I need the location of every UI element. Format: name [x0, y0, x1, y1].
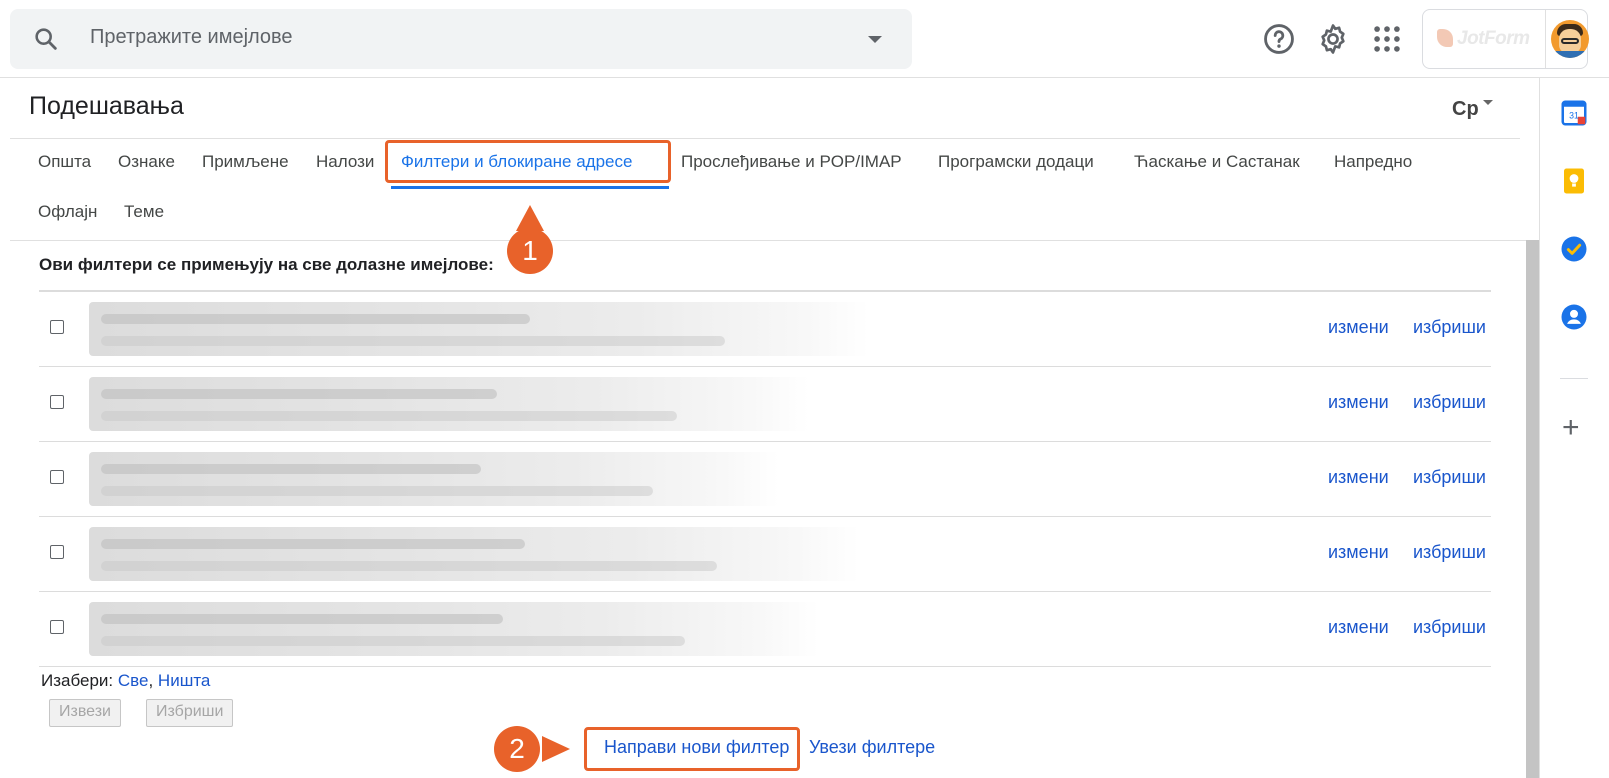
- tab-inbox[interactable]: Примљене: [202, 152, 289, 172]
- tasks-icon[interactable]: [1559, 234, 1589, 264]
- search-icon[interactable]: [32, 25, 60, 53]
- keep-icon[interactable]: [1559, 166, 1589, 196]
- input-tools-language[interactable]: Ср: [1452, 98, 1493, 121]
- edit-filter-link[interactable]: измени: [1328, 617, 1389, 638]
- avatar-shirt: [1555, 51, 1585, 58]
- gear-icon[interactable]: [1316, 22, 1350, 56]
- divider: [10, 240, 1526, 241]
- side-panel: 31 +: [1539, 78, 1609, 778]
- tab-themes[interactable]: Теме: [124, 202, 164, 222]
- tab-addons[interactable]: Програмски додаци: [938, 152, 1094, 172]
- search-options-chevron-down-icon[interactable]: [868, 36, 882, 43]
- account-switcher[interactable]: JotForm: [1422, 9, 1589, 69]
- filter-row: измени избриши: [39, 592, 1491, 667]
- edit-filter-link[interactable]: измени: [1328, 392, 1389, 413]
- filter-row: измени избриши: [39, 367, 1491, 442]
- select-controls: Изабери: Све, Ништа: [41, 671, 211, 690]
- tab-advanced[interactable]: Напредно: [1334, 152, 1412, 172]
- select-all-link[interactable]: Све: [118, 671, 149, 690]
- tab-offline[interactable]: Офлајн: [38, 202, 97, 222]
- redacted-filter-criteria: [89, 377, 809, 431]
- avatar-glasses: [1561, 38, 1579, 44]
- delete-filter-link[interactable]: избриши: [1413, 542, 1486, 563]
- active-tab-indicator: [391, 186, 669, 189]
- delete-filter-link[interactable]: избриши: [1413, 317, 1486, 338]
- help-icon[interactable]: [1262, 22, 1296, 56]
- jotform-logo-icon: [1437, 29, 1453, 47]
- account-brand-logo: JotForm: [1437, 28, 1530, 50]
- filter-checkbox[interactable]: [50, 545, 64, 559]
- calendar-icon[interactable]: 31: [1559, 98, 1589, 128]
- contacts-icon[interactable]: [1559, 302, 1589, 332]
- edit-filter-link[interactable]: измени: [1328, 317, 1389, 338]
- delete-selected-button[interactable]: Избриши: [146, 699, 234, 727]
- tab-general[interactable]: Општа: [38, 152, 91, 172]
- avatar[interactable]: [1551, 20, 1589, 58]
- apps-grid-icon[interactable]: [1370, 22, 1404, 56]
- tab-chat-meet[interactable]: Ћаскање и Састанак: [1134, 152, 1300, 172]
- redacted-filter-criteria: [89, 602, 819, 656]
- callout-pointer: [542, 736, 570, 762]
- select-label: Изабери:: [41, 671, 114, 690]
- add-addon-plus-icon[interactable]: +: [1562, 413, 1580, 443]
- search-bar[interactable]: Претражите имејлове: [10, 9, 912, 69]
- svg-text:31: 31: [1569, 111, 1579, 121]
- import-filters-link[interactable]: Увези филтере: [809, 737, 935, 758]
- language-chevron-down-icon: [1482, 100, 1493, 105]
- filter-row: измени избриши: [39, 442, 1491, 517]
- edit-filter-link[interactable]: измени: [1328, 542, 1389, 563]
- top-bar: Претражите имејлове JotForm: [0, 0, 1609, 78]
- step-badge-1: 1: [507, 228, 553, 274]
- page-title: Подешавања: [29, 92, 184, 120]
- filter-checkbox[interactable]: [50, 620, 64, 634]
- tab-accounts[interactable]: Налози: [316, 152, 374, 172]
- delete-filter-link[interactable]: избриши: [1413, 392, 1486, 413]
- select-none-link[interactable]: Ништа: [158, 671, 210, 690]
- redacted-filter-criteria: [89, 302, 869, 356]
- divider: [10, 138, 1520, 139]
- filter-checkbox[interactable]: [50, 395, 64, 409]
- side-panel-divider: [1560, 378, 1588, 379]
- account-brand-label: JotForm: [1457, 28, 1530, 49]
- edit-filter-link[interactable]: измени: [1328, 467, 1389, 488]
- filters-heading: Ови филтери се примењују на све долазне …: [39, 255, 494, 274]
- filter-checkbox[interactable]: [50, 320, 64, 334]
- redacted-filter-criteria: [89, 452, 779, 506]
- filter-checkbox[interactable]: [50, 470, 64, 484]
- filter-row: измени избриши: [39, 517, 1491, 592]
- delete-filter-link[interactable]: избриши: [1413, 467, 1486, 488]
- tab-labels[interactable]: Ознаке: [118, 152, 175, 172]
- create-new-filter-link[interactable]: Направи нови филтер: [604, 737, 789, 758]
- scrollbar[interactable]: [1526, 240, 1539, 778]
- account-divider: [1545, 10, 1546, 68]
- redacted-filter-criteria: [89, 527, 859, 581]
- step-badge-2: 2: [494, 726, 540, 772]
- search-input[interactable]: Претражите имејлове: [90, 26, 293, 49]
- delete-filter-link[interactable]: избриши: [1413, 617, 1486, 638]
- language-indicator-label: Ср: [1452, 98, 1479, 120]
- callout-highlight-filters-tab: [385, 140, 671, 183]
- filter-row: измени избриши: [39, 292, 1491, 367]
- tab-forwarding[interactable]: Прослеђивање и POP/IMAP: [681, 152, 902, 172]
- export-button[interactable]: Извези: [49, 699, 121, 727]
